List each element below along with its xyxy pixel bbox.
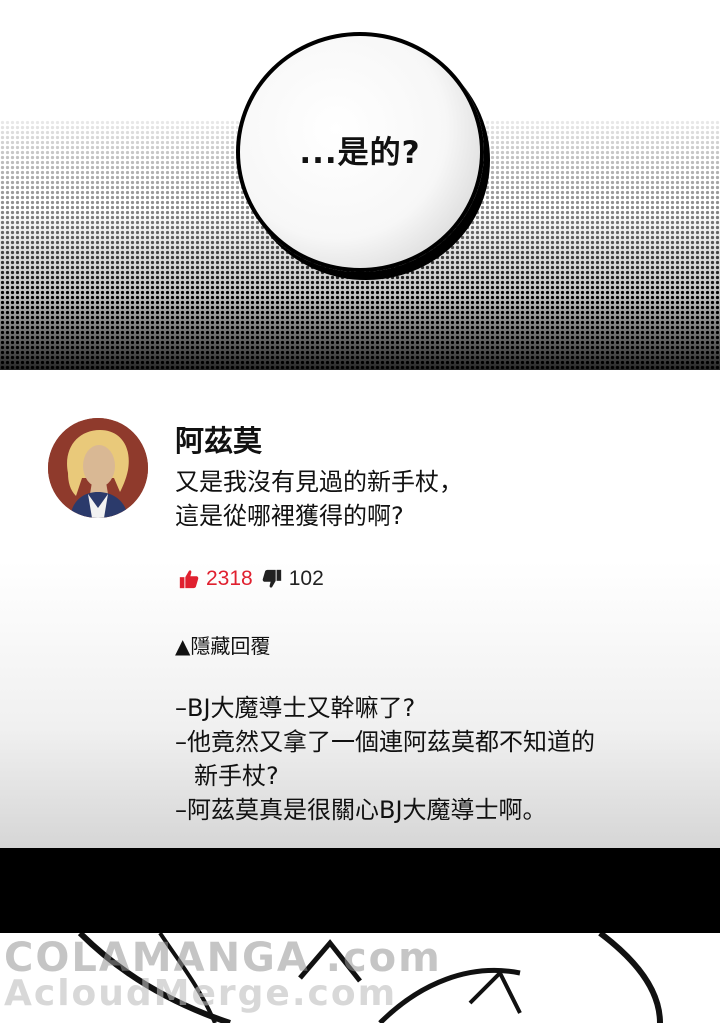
speech-bubble: ...是的? [236, 32, 484, 272]
reply-line-3: 新手杖? [194, 762, 279, 790]
comment-text-line-1: 又是我沒有見過的新手杖， [175, 468, 463, 496]
reaction-row: 2318 102 [178, 566, 324, 592]
speech-bubble-text: ...是的? [299, 134, 421, 171]
thumbs-up-icon[interactable] [178, 568, 200, 590]
manga-panel-top: ...是的? [0, 0, 720, 370]
watermark-line-2: AcloudMerge.com [4, 973, 398, 1014]
hide-replies-toggle[interactable]: ▲隱藏回覆 [175, 630, 270, 659]
panel-divider [0, 848, 720, 933]
comment-username[interactable]: 阿茲莫 [175, 418, 262, 460]
avatar-illustration-icon [48, 418, 148, 518]
reply-line-4: –阿茲莫真是很關心BJ大魔導士啊。 [175, 796, 547, 824]
reply-line-2: –他竟然又拿了一個連阿茲莫都不知道的 [175, 728, 595, 756]
thumbs-down-icon[interactable] [261, 568, 283, 590]
dislike-count: 102 [288, 567, 324, 590]
comment-card: 阿茲莫 又是我沒有見過的新手杖， 這是從哪裡獲得的啊? 2318 102 ▲隱藏… [0, 370, 720, 848]
like-count: 2318 [206, 567, 253, 590]
reply-line-1: –BJ大魔導士又幹嘛了? [175, 694, 416, 722]
avatar[interactable] [48, 418, 148, 518]
comment-text-line-2: 這是從哪裡獲得的啊? [175, 502, 404, 530]
